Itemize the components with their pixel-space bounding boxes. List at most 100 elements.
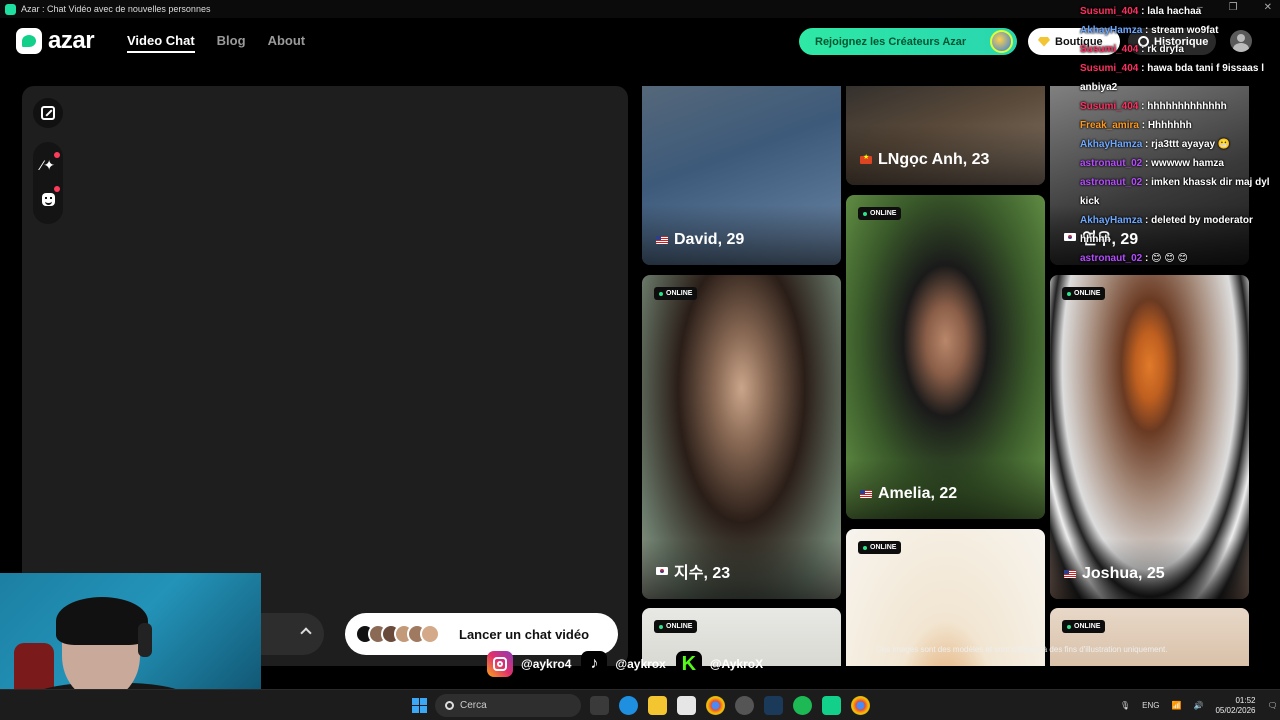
nav-blog[interactable]: Blog [217,33,246,53]
profile-card[interactable]: ONLINE Joshua, 25 [1050,275,1249,599]
chat-username[interactable]: Susumi_404 [1080,6,1138,17]
chat-username[interactable]: astronaut_02 [1080,158,1142,169]
search-icon [445,701,454,710]
profile-card[interactable]: ONLINE 지수, 23 [642,275,841,599]
chrome-icon[interactable] [706,696,725,715]
online-label: ONLINE [870,210,897,217]
chat-username[interactable]: Susumi_404 [1080,101,1138,112]
chat-text: : wwwww hamza [1145,158,1224,169]
instagram-icon [487,651,513,677]
country-selector[interactable] [258,613,324,655]
chat-username[interactable]: astronaut_02 [1080,177,1142,188]
profile-name: Amelia, 22 [860,485,957,503]
taskbar-search[interactable]: Cerca [435,694,581,717]
system-tray: 🎙 ENG 📶 🔊 01:52 05/02/2026 🗨 [1120,690,1278,720]
disclaimer-text: Ces images sont des modèles et sont util… [876,645,1168,654]
chat-username[interactable]: astronaut_02 [1080,253,1142,264]
store-icon[interactable] [677,696,696,715]
volume-icon[interactable]: 🔊 [1193,701,1203,710]
face-mask-icon [41,192,55,206]
chat-text: : hhhhhhhhhhhhh [1141,101,1227,112]
taskbar-clock[interactable]: 01:52 05/02/2026 [1215,696,1255,716]
chat-message: Susumi_404 : hhhhhhhhhhhhh [1080,97,1276,116]
online-badge: ONLINE [654,620,698,633]
search-placeholder: Cerca [460,700,487,711]
flag-us-icon [1064,570,1076,578]
expand-button[interactable] [33,98,63,128]
nav-about[interactable]: About [268,33,306,53]
chat-message: Freak_amira : Hhhhhhh [1080,116,1276,135]
magic-wand-icon: ⁄✦ [40,156,56,173]
kick-handle: K @AykroX [675,651,763,677]
chat-message: Susumi_404 : hawa bda tani f 9issaas l a… [1080,59,1276,97]
language-indicator[interactable]: ENG [1142,701,1159,710]
stream-chat-overlay: Susumi_404 : lala hachaa AkhayHamza : str… [1080,2,1276,268]
chat-username[interactable]: AkhayHamza [1080,25,1142,36]
task-view-icon[interactable] [590,696,609,715]
online-dot-icon [659,291,663,296]
tiktok-handle: ♪ @aykrox [581,651,666,677]
windows-start-icon[interactable] [412,698,427,713]
main-nav: Video Chat Blog About [127,33,305,53]
online-label: ONLINE [666,623,693,630]
notification-icon[interactable]: 🗨 [1267,701,1277,710]
start-video-chat-button[interactable]: Lancer un chat vidéo [345,613,618,655]
instagram-handle-text: @aykro4 [521,657,572,671]
wifi-icon[interactable]: 📶 [1172,701,1182,710]
profile-card[interactable]: LNgọc Anh, 23 [846,86,1045,185]
headset-icon [138,623,152,657]
mask-button[interactable] [33,184,63,214]
spotify-icon[interactable] [793,696,812,715]
flag-kr-icon [1064,233,1076,241]
chat-text: : rja3ttt ayayay 😬 [1145,139,1231,150]
chat-message: Susumi_404 : rk dryfa [1080,40,1276,59]
edge-icon[interactable] [619,696,638,715]
chat-message: astronaut_02 : wwwww hamza [1080,154,1276,173]
profile-name-text: Joshua, 25 [1082,565,1165,582]
obs-icon[interactable] [735,696,754,715]
profile-card[interactable]: ONLINE Amelia, 22 [846,195,1045,519]
nav-video-chat[interactable]: Video Chat [127,33,195,53]
chat-username[interactable]: AkhayHamza [1080,215,1142,226]
chat-username[interactable]: Susumi_404 [1080,44,1138,55]
online-dot-icon [1067,291,1071,296]
chat-message: astronaut_02 : imken khassk dir maj dyl … [1080,173,1276,211]
expand-icon [41,106,55,120]
profile-card[interactable]: David, 29 [642,86,841,265]
steam-icon[interactable] [764,696,783,715]
microphone-icon[interactable]: 🎙 [1120,701,1130,710]
profile-name-text: 지수, 23 [674,565,731,582]
kick-icon: K [675,651,702,677]
azar-logo[interactable]: azar [16,27,95,55]
chrome-icon[interactable] [851,696,870,715]
online-badge: ONLINE [858,207,902,220]
join-creators-button[interactable]: Rejoignez les Créateurs Azar [799,28,1017,55]
file-explorer-icon[interactable] [648,696,667,715]
chat-username[interactable]: AkhayHamza [1080,139,1142,150]
effects-tool-group: ⁄✦ [33,142,63,224]
online-dot-icon [863,211,867,216]
profile-name: David, 29 [656,231,744,249]
tiktok-icon: ♪ [581,651,608,677]
profile-name: LNgọc Anh, 23 [860,151,989,169]
instagram-handle: @aykro4 [487,651,571,677]
window-title: Azar : Chat Vidéo avec de nouvelles pers… [21,4,211,14]
gem-icon [1038,36,1050,47]
profile-card[interactable]: ONLINE [1050,608,1249,666]
online-badge: ONLINE [858,541,902,554]
azar-app-icon [5,3,16,15]
azar-logo-icon [16,28,42,54]
effects-button[interactable]: ⁄✦ [33,150,63,180]
flag-vn-icon [860,153,872,164]
profile-name-text: Amelia, 22 [878,485,958,502]
flag-us-icon [656,236,668,244]
online-dot-icon [863,545,867,550]
profile-name-text: LNgọc Anh, 23 [878,151,990,168]
logo-text: azar [48,27,95,54]
chat-username[interactable]: Freak_amira [1080,120,1139,131]
creator-avatar-icon [990,30,1013,53]
chat-message: astronaut_02 : 😊 😊 😊 [1080,249,1276,268]
chat-username[interactable]: Susumi_404 [1080,63,1138,74]
online-label: ONLINE [1074,290,1101,297]
azar-taskbar-icon[interactable] [822,696,841,715]
